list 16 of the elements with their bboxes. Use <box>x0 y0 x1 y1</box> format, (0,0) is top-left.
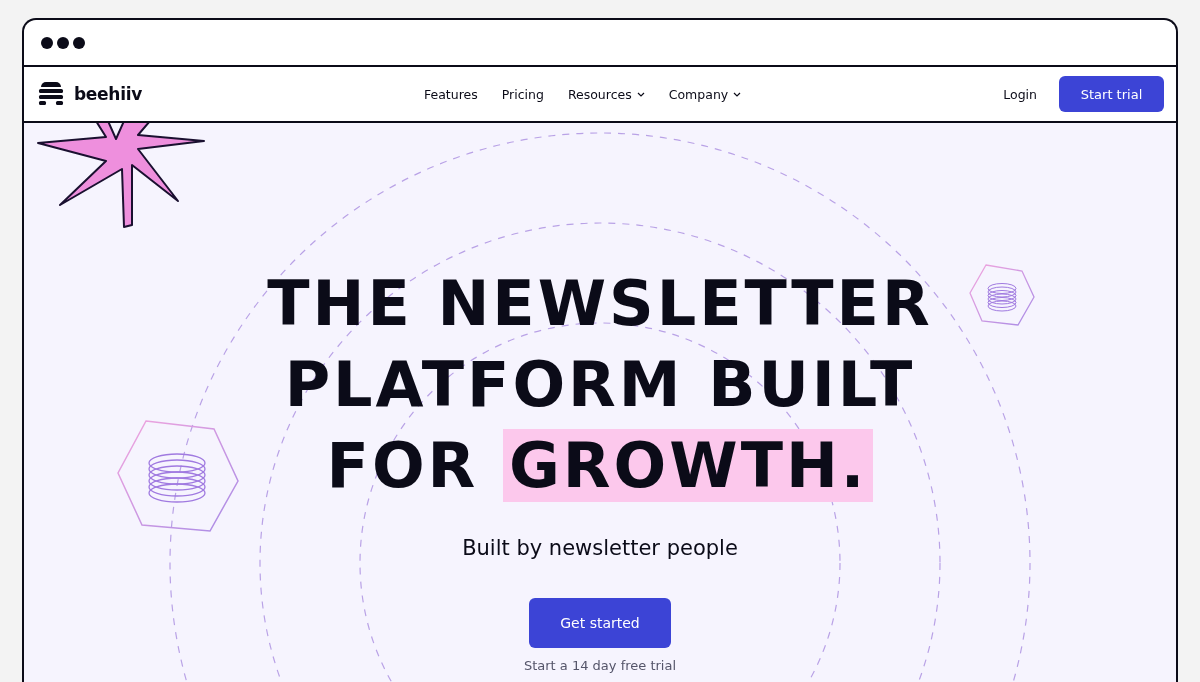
window-dots-icon <box>41 36 85 49</box>
get-started-button[interactable]: Get started <box>529 598 671 648</box>
caret-icon <box>733 91 742 97</box>
nav-link[interactable]: Features <box>424 86 478 102</box>
beehive-logo-icon[interactable] <box>38 81 64 107</box>
caret-icon <box>636 91 645 97</box>
hexagon-coil-drawing <box>968 263 1036 327</box>
trial-note: Start a 14 day free trial <box>523 658 677 673</box>
start-trial-button[interactable]: Start trial <box>1059 76 1164 112</box>
login-link[interactable]: Login <box>1003 86 1037 102</box>
hero-headline: THE NEWSLETTER PLATFORM BUILT FOR GROWTH. <box>267 266 933 504</box>
nav-link[interactable]: Company <box>668 86 742 102</box>
brand-name[interactable]: beehiiv <box>74 84 142 104</box>
hero-subtitle: Built by newsletter people <box>462 536 738 560</box>
nav-link[interactable]: Resources <box>567 86 645 102</box>
nav-link[interactable]: Pricing <box>501 86 544 102</box>
